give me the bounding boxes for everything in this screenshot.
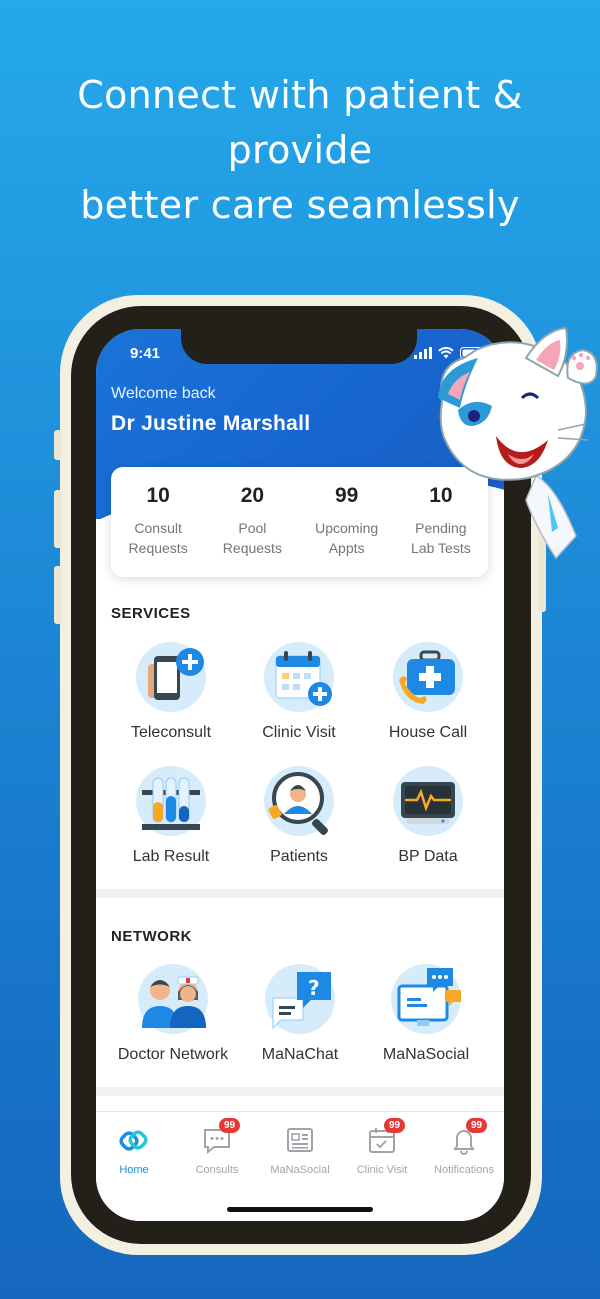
bell-icon: 99 [448, 1118, 488, 1156]
tile-label: MaNaSocial [382, 1046, 470, 1063]
svg-text:?: ? [308, 976, 320, 1000]
consults-badge: 99 [219, 1118, 241, 1133]
tab-label: Home [119, 1164, 149, 1176]
medical-kit-icon [393, 642, 463, 712]
tile-label: Patients [270, 848, 328, 865]
tile-label: House Call [388, 724, 468, 741]
tab-label: Clinic Visit [356, 1164, 408, 1176]
service-patients[interactable]: Patients [234, 766, 364, 866]
status-time: 9:41 [130, 345, 161, 362]
social-monitor-icon [391, 964, 461, 1034]
phone-notch [181, 329, 417, 364]
tile-label: Lab Result [132, 848, 210, 865]
stat-value: 99 [334, 484, 359, 507]
tab-clinic-visit[interactable]: 99 Clinic Visit [342, 1118, 422, 1176]
tab-label: MaNaSocial [270, 1164, 330, 1176]
heart-monitor-icon [393, 766, 463, 836]
service-house-call[interactable]: House Call [363, 642, 493, 742]
stat-label: Consult Requests [128, 520, 188, 556]
test-tubes-icon [136, 766, 206, 836]
headline-line-2: better care seamlessly [80, 183, 520, 227]
phone-volume-up [54, 490, 62, 548]
stat-upcoming-appts[interactable]: 99 Upcoming Appts [300, 467, 394, 577]
service-lab-result[interactable]: Lab Result [106, 766, 236, 866]
welcome-text: Welcome back [111, 385, 216, 402]
section-divider [96, 889, 504, 898]
cat-mascot-icon [438, 326, 598, 560]
clinic-visit-badge: 99 [384, 1118, 406, 1133]
services-title: SERVICES [111, 605, 191, 622]
tile-label: Teleconsult [130, 724, 212, 741]
service-teleconsult[interactable]: Teleconsult [106, 642, 236, 742]
network-manachat[interactable]: ? MaNaChat [235, 964, 365, 1064]
home-indicator [227, 1207, 373, 1212]
tab-home[interactable]: Home [96, 1124, 174, 1176]
chat-bubble-icon: 99 [201, 1118, 241, 1156]
promo-headline: Connect with patient & provide better ca… [0, 68, 600, 233]
stat-consult-requests[interactable]: 10 Consult Requests [111, 467, 205, 577]
network-manasocial[interactable]: MaNaSocial [361, 964, 491, 1064]
tab-label: Notifications [434, 1164, 494, 1176]
newspaper-icon [284, 1124, 316, 1156]
stat-pool-requests[interactable]: 20 Pool Requests [205, 467, 299, 577]
notifications-badge: 99 [466, 1118, 488, 1133]
service-clinic-visit[interactable]: Clinic Visit [234, 642, 364, 742]
teleconsult-icon [136, 642, 206, 712]
bottom-tab-bar: Home 99 Consults MaNaSocial 99 Clinic Vi… [96, 1111, 504, 1221]
phone-volume-down [54, 566, 62, 624]
tile-label: Doctor Network [117, 1046, 229, 1063]
phone-mute-switch [54, 430, 62, 460]
tab-notifications[interactable]: 99 Notifications [424, 1118, 504, 1176]
stat-value: 20 [240, 484, 265, 507]
tile-label: BP Data [398, 848, 458, 865]
stat-label: Upcoming Appts [315, 520, 379, 556]
home-logo-icon [118, 1124, 150, 1156]
doctors-icon [138, 964, 208, 1034]
stat-label: Pool Requests [222, 520, 282, 556]
doctor-name: Dr Justine Marshall [111, 412, 311, 435]
calendar-plus-icon [264, 642, 334, 712]
headline-line-1: Connect with patient & provide [77, 73, 523, 172]
calendar-check-icon: 99 [366, 1118, 406, 1156]
service-bp-data[interactable]: BP Data [363, 766, 493, 866]
tile-label: MaNaChat [261, 1046, 339, 1063]
tile-label: Clinic Visit [262, 724, 336, 741]
section-divider [96, 1087, 504, 1096]
patient-search-icon [264, 766, 334, 836]
stat-value: 10 [146, 484, 170, 507]
network-doctor-network[interactable]: Doctor Network [108, 964, 238, 1064]
tab-label: Consults [195, 1164, 239, 1176]
chat-question-icon: ? [265, 964, 335, 1034]
tab-consults[interactable]: 99 Consults [177, 1118, 257, 1176]
tab-manasocial[interactable]: MaNaSocial [260, 1124, 340, 1176]
network-title: NETWORK [111, 928, 192, 945]
